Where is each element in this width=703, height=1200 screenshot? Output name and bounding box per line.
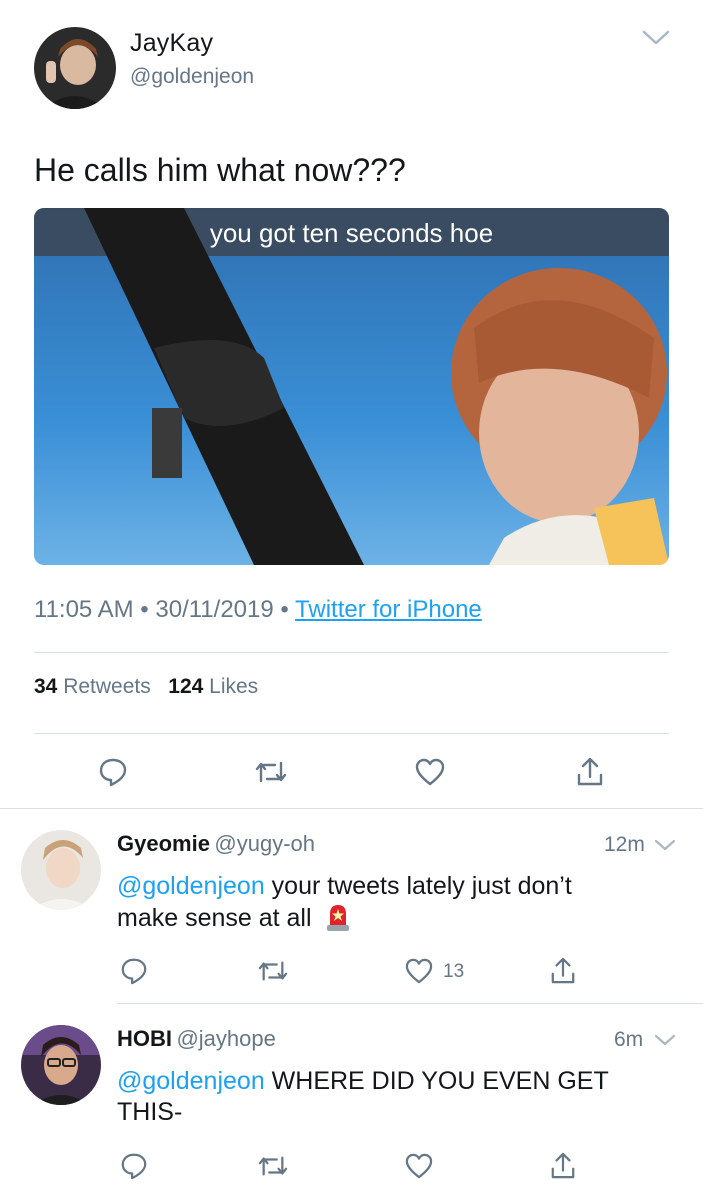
- reply-time[interactable]: 12m: [604, 833, 645, 857]
- media-caption: you got ten seconds hoe: [209, 218, 494, 248]
- share-button[interactable]: [548, 1151, 578, 1181]
- reply-tweet[interactable]: HOBI @jayhope 6m @goldenjeon WHERE DID Y…: [0, 1004, 703, 1200]
- tweet-time: 11:05 AM: [34, 596, 134, 623]
- retweet-icon: [254, 757, 288, 787]
- reply-time[interactable]: 6m: [614, 1028, 643, 1052]
- like-icon: [405, 1153, 433, 1179]
- share-icon: [550, 957, 576, 985]
- reply-header: HOBI @jayhope: [117, 1026, 276, 1052]
- share-icon: [576, 757, 604, 787]
- police-light-emoji: [325, 902, 351, 940]
- retweet-button[interactable]: [257, 1151, 289, 1181]
- separator-dot: •: [140, 596, 156, 623]
- reply-text: @goldenjeon WHERE DID YOU EVEN GET THIS-: [117, 1066, 677, 1128]
- avatar[interactable]: [21, 830, 101, 910]
- retweet-count[interactable]: 34: [34, 675, 57, 698]
- tweet-text: He calls him what now???: [34, 152, 406, 188]
- tweet-media-image[interactable]: you got ten seconds hoe: [34, 208, 669, 565]
- share-icon: [550, 1152, 576, 1180]
- reply-icon: [98, 757, 128, 787]
- like-count[interactable]: 124: [168, 675, 203, 698]
- handle[interactable]: @goldenjeon: [130, 65, 254, 89]
- tweet-meta: 11:05 AM • 30/11/2019 • Twitter for iPho…: [34, 596, 482, 624]
- like-icon: [405, 958, 433, 984]
- like-button[interactable]: [414, 756, 446, 788]
- retweet-icon: [257, 957, 289, 985]
- reply-button[interactable]: [119, 1151, 149, 1181]
- retweet-button[interactable]: [254, 756, 288, 788]
- display-name[interactable]: HOBI: [117, 1026, 172, 1051]
- reply-tweet[interactable]: Gyeomie @yugy-oh 12m @goldenjeon your tw…: [0, 809, 703, 1004]
- divider: [34, 733, 669, 734]
- display-name[interactable]: Gyeomie: [117, 831, 210, 856]
- reply-text-part: THIS-: [117, 1098, 183, 1126]
- tweet-source-link[interactable]: Twitter for iPhone: [295, 596, 482, 623]
- reply-header: Gyeomie @yugy-oh: [117, 831, 315, 857]
- share-button[interactable]: [574, 756, 606, 788]
- retweet-icon: [257, 1152, 289, 1180]
- reply-button[interactable]: [97, 756, 129, 788]
- divider: [34, 652, 669, 653]
- reply-text-part: WHERE DID YOU EVEN GET: [264, 1067, 609, 1095]
- reply-text: @goldenjeon your tweets lately just don’…: [117, 871, 677, 940]
- reply-text-part: make sense at all: [117, 904, 312, 932]
- like-button[interactable]: [404, 956, 434, 986]
- chevron-down-icon[interactable]: [641, 28, 671, 48]
- retweet-label[interactable]: Retweets: [63, 675, 151, 698]
- mention-link[interactable]: @goldenjeon: [117, 1067, 265, 1095]
- avatar[interactable]: [21, 1025, 101, 1105]
- tweet-date: 30/11/2019: [155, 596, 274, 623]
- avatar[interactable]: [34, 27, 116, 109]
- mention-link[interactable]: @goldenjeon: [117, 872, 265, 900]
- retweet-button[interactable]: [257, 956, 289, 986]
- main-tweet: JayKay @goldenjeon He calls him what now…: [0, 0, 703, 810]
- like-icon: [415, 758, 445, 786]
- like-label[interactable]: Likes: [209, 675, 258, 698]
- display-name[interactable]: JayKay: [130, 29, 213, 58]
- handle[interactable]: @jayhope: [176, 1026, 275, 1051]
- share-button[interactable]: [548, 956, 578, 986]
- chevron-down-icon[interactable]: [653, 837, 677, 853]
- like-count[interactable]: 13: [443, 961, 464, 983]
- reply-button[interactable]: [119, 956, 149, 986]
- like-button[interactable]: [404, 1151, 434, 1181]
- separator-dot: •: [280, 596, 296, 623]
- handle[interactable]: @yugy-oh: [214, 831, 315, 856]
- chevron-down-icon[interactable]: [653, 1032, 677, 1048]
- reply-icon: [120, 1152, 148, 1180]
- tweet-stats: 34 Retweets 124 Likes: [34, 675, 258, 699]
- reply-icon: [120, 957, 148, 985]
- reply-text-part: your tweets lately just don’t: [264, 872, 572, 900]
